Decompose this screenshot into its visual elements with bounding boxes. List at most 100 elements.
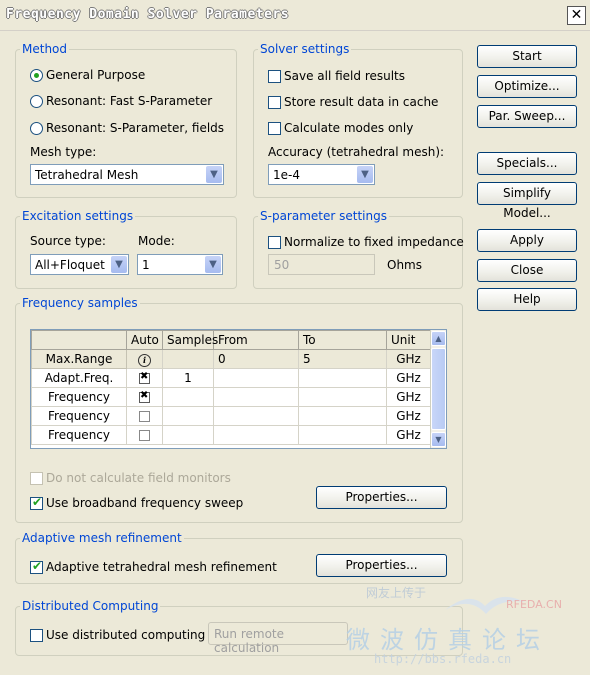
from-cell[interactable]: 0: [213, 349, 299, 369]
simplify-model-button[interactable]: Simplify Model...: [477, 182, 577, 220]
table-row: Max.Range i 0 5 GHz: [31, 349, 431, 369]
table-row: Frequency GHz: [31, 387, 431, 407]
impedance-value: 50: [274, 258, 290, 272]
column-header-auto: Auto: [126, 330, 163, 350]
close-window-button[interactable]: ✕: [567, 6, 586, 25]
distributed-checkbox[interactable]: [30, 629, 43, 642]
column-header-samples: Samples: [162, 330, 218, 350]
unit-cell: GHz: [386, 349, 431, 369]
calc-modes-checkbox[interactable]: [268, 122, 281, 135]
column-header-from: From: [213, 330, 299, 350]
unit-cell: GHz: [386, 387, 431, 407]
save-field-results-label: Save all field results: [284, 69, 406, 83]
specials-button[interactable]: Specials...: [477, 152, 577, 175]
watermark-brand: RFEDA.CN: [506, 598, 562, 611]
column-header: [31, 330, 127, 350]
help-button[interactable]: Help: [477, 288, 577, 311]
unit-cell: GHz: [386, 425, 431, 445]
to-cell[interactable]: [298, 425, 387, 445]
frequency-samples-label: Frequency samples: [20, 296, 140, 310]
broadband-sweep-checkbox[interactable]: ✔: [30, 495, 43, 510]
start-button[interactable]: Start: [477, 45, 577, 68]
no-field-monitors-label: Do not calculate field monitors: [46, 471, 231, 485]
to-cell[interactable]: [298, 387, 387, 407]
table-header-row: Auto Samples From To Unit: [31, 330, 431, 350]
watermark: 网友上传于 RFEDA.CN 微波仿真论坛 http://bbs.rfeda.c…: [330, 582, 588, 672]
radio-resonant-fast[interactable]: [30, 95, 43, 108]
frequency-properties-button[interactable]: Properties...: [316, 486, 447, 509]
samples-cell[interactable]: 1: [162, 368, 214, 388]
from-cell[interactable]: [213, 406, 299, 426]
column-header-unit: Unit: [386, 330, 431, 350]
source-type-label: Source type:: [30, 234, 106, 248]
distributed-computing-label: Distributed Computing: [20, 599, 161, 613]
chevron-down-icon[interactable]: ▼: [357, 166, 373, 183]
auto-checkbox[interactable]: [139, 371, 150, 384]
to-cell[interactable]: 5: [298, 349, 387, 369]
samples-cell[interactable]: [162, 425, 214, 445]
calc-modes-label: Calculate modes only: [284, 121, 414, 135]
mesh-type-value: Tetrahedral Mesh: [35, 168, 139, 182]
distributed-check-label: Use distributed computing: [46, 628, 206, 642]
check-icon: ✔: [32, 559, 43, 573]
scroll-down-icon[interactable]: ▼: [431, 432, 446, 447]
scroll-up-icon[interactable]: ▲: [431, 331, 446, 346]
unit-cell: GHz: [386, 406, 431, 426]
to-cell[interactable]: [298, 406, 387, 426]
radio-resonant-fields[interactable]: [30, 122, 43, 135]
row-type: Frequency: [31, 387, 127, 407]
frequency-table: Auto Samples From To Unit Max.Range i 0 …: [31, 330, 431, 445]
adaptive-properties-button[interactable]: Properties...: [316, 554, 447, 577]
save-field-results-checkbox[interactable]: [268, 70, 281, 83]
run-remote-label: Run remote calculation: [214, 627, 284, 655]
auto-checkbox[interactable]: [139, 411, 150, 422]
scroll-thumb[interactable]: [431, 348, 446, 430]
accuracy-label: Accuracy (tetrahedral mesh):: [268, 145, 445, 159]
auto-checkbox[interactable]: [139, 430, 150, 441]
unit-cell: GHz: [386, 368, 431, 388]
radio-resonant-fast-label: Resonant: Fast S-Parameter: [46, 94, 213, 108]
chevron-down-icon[interactable]: ▼: [111, 256, 127, 273]
adaptive-mesh-check-label: Adaptive tetrahedral mesh refinement: [46, 560, 277, 574]
mode-label: Mode:: [138, 234, 175, 248]
impedance-input[interactable]: 50: [268, 254, 375, 275]
solver-settings-label: Solver settings: [258, 42, 352, 56]
method-group-label: Method: [20, 42, 70, 56]
close-button[interactable]: Close: [477, 259, 577, 282]
adaptive-mesh-checkbox[interactable]: ✔: [30, 559, 43, 574]
par-sweep-button[interactable]: Par. Sweep...: [477, 105, 577, 128]
window-title: Frequency Domain Solver Parameters: [6, 7, 290, 22]
radio-resonant-fields-label: Resonant: S-Parameter, fields: [46, 121, 225, 135]
source-type-select[interactable]: All+Floquet ▼: [30, 254, 129, 275]
chevron-down-icon[interactable]: ▼: [205, 256, 221, 273]
row-type: Frequency: [31, 406, 127, 426]
row-type: Frequency: [31, 425, 127, 445]
mesh-type-select[interactable]: Tetrahedral Mesh ▼: [30, 164, 224, 185]
store-cache-checkbox[interactable]: [268, 96, 281, 109]
auto-checkbox[interactable]: [139, 390, 150, 403]
excitation-label: Excitation settings: [20, 209, 136, 223]
chevron-down-icon[interactable]: ▼: [206, 166, 222, 183]
accuracy-select[interactable]: 1e-4 ▼: [268, 164, 375, 185]
optimize-button[interactable]: Optimize...: [477, 75, 577, 98]
from-cell[interactable]: [213, 425, 299, 445]
to-cell[interactable]: [298, 368, 387, 388]
column-header-to: To: [298, 330, 387, 350]
apply-button[interactable]: Apply: [477, 229, 577, 252]
watermark-url: http://bbs.rfeda.cn: [374, 652, 512, 666]
run-remote-button[interactable]: Run remote calculation: [208, 622, 348, 655]
impedance-unit: Ohms: [387, 258, 422, 272]
from-cell[interactable]: [213, 368, 299, 388]
table-scrollbar[interactable]: ▲ ▼: [430, 330, 446, 448]
samples-cell[interactable]: [162, 387, 214, 407]
row-type: Adapt.Freq.: [31, 368, 127, 388]
normalize-checkbox[interactable]: [268, 236, 281, 249]
accuracy-value: 1e-4: [273, 168, 300, 182]
samples-cell[interactable]: [162, 406, 214, 426]
samples-cell[interactable]: [162, 349, 214, 369]
from-cell[interactable]: [213, 387, 299, 407]
mode-select[interactable]: 1 ▼: [137, 254, 223, 275]
no-field-monitors-checkbox[interactable]: [30, 472, 43, 485]
radio-general-purpose[interactable]: [30, 69, 43, 82]
info-icon: i: [138, 353, 151, 367]
